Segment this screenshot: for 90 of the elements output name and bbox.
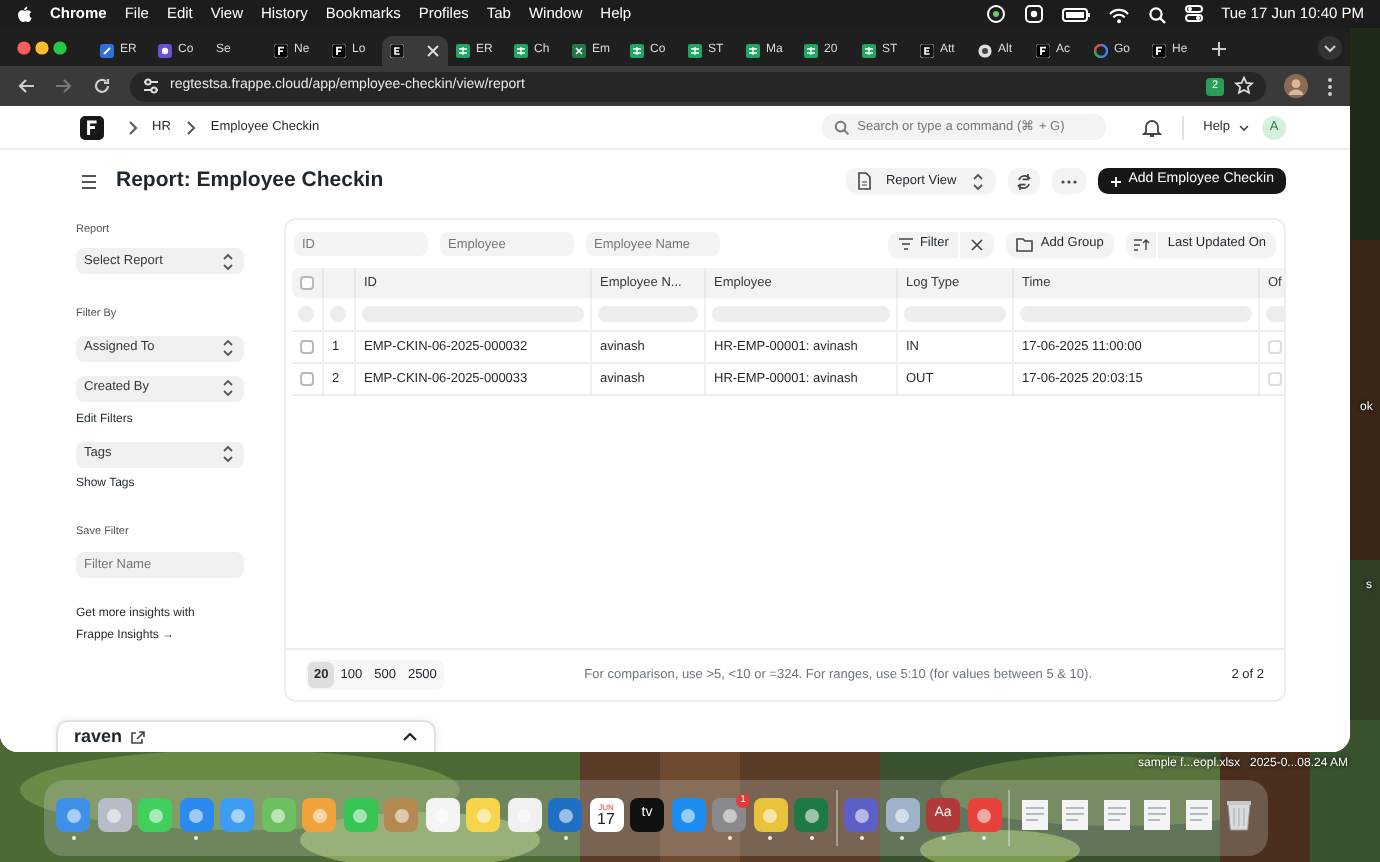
favicon-icon — [274, 44, 288, 58]
close-icon — [970, 237, 985, 251]
dock-app-icon[interactable] — [671, 798, 705, 832]
folder-icon — [1016, 235, 1035, 253]
battery-icon[interactable] — [1061, 5, 1090, 23]
row-checkbox[interactable] — [300, 372, 314, 386]
plus-icon — [1110, 175, 1123, 187]
dock-app-icon[interactable] — [507, 798, 541, 832]
favicon-icon — [1152, 44, 1166, 58]
dock-app-icon[interactable] — [425, 798, 459, 832]
close-icon[interactable] — [426, 44, 440, 58]
chat-widget[interactable]: raven — [56, 720, 436, 752]
bell-icon[interactable] — [1141, 117, 1162, 137]
wifi-icon[interactable] — [1107, 5, 1130, 23]
widget-title: raven — [74, 723, 123, 750]
browser-tab[interactable] — [382, 36, 448, 66]
forward-icon[interactable] — [54, 76, 74, 96]
dock-app-icon[interactable] — [794, 798, 828, 832]
document-thumbnail[interactable] — [1181, 798, 1215, 832]
row-checkbox[interactable] — [300, 340, 314, 354]
chevron-icon — [124, 117, 140, 137]
external-link-icon[interactable] — [130, 729, 147, 745]
favicon-icon — [978, 44, 992, 58]
document-thumbnail[interactable] — [1058, 798, 1092, 832]
sort-caret-icon — [220, 338, 236, 358]
sort-caret-icon — [220, 444, 236, 464]
dock-app-icon[interactable] — [753, 798, 787, 832]
favicon-icon — [862, 44, 876, 58]
trash-icon[interactable] — [1222, 798, 1256, 832]
favicon-icon — [746, 44, 760, 58]
dock-app-icon[interactable] — [97, 798, 131, 832]
tab-search-icon[interactable] — [1318, 36, 1342, 60]
new-tab-icon[interactable] — [1210, 40, 1228, 58]
more-button[interactable] — [1052, 168, 1087, 194]
status-app-icon[interactable] — [1023, 4, 1044, 24]
dock-app-icon[interactable] — [466, 798, 500, 832]
favicon-icon — [572, 44, 586, 58]
star-icon[interactable] — [1234, 76, 1254, 96]
control-center-icon[interactable] — [1183, 4, 1204, 24]
sort-order-button[interactable] — [1125, 231, 1156, 257]
dock-app-icon[interactable] — [548, 798, 582, 832]
favicon-icon — [804, 44, 818, 58]
chevron-icon — [182, 117, 199, 137]
dock-app-icon[interactable] — [844, 798, 878, 832]
page-title: Report: Employee Checkin — [116, 168, 384, 194]
dock-app-icon[interactable] — [885, 798, 919, 832]
site-settings-icon[interactable] — [142, 76, 160, 96]
reload-icon[interactable] — [92, 76, 112, 96]
favicon-icon — [390, 44, 404, 58]
favicon-icon — [688, 44, 702, 58]
favicon-icon — [456, 44, 470, 58]
sort-caret-icon — [220, 251, 236, 272]
favicon-icon — [1094, 44, 1108, 58]
back-icon[interactable] — [16, 76, 36, 96]
document-thumbnail[interactable] — [1017, 798, 1051, 832]
menu-icon[interactable] — [1326, 75, 1334, 97]
clear-filter-button[interactable] — [958, 231, 995, 257]
menu-icon[interactable] — [80, 171, 98, 191]
favicon-icon — [514, 44, 528, 58]
table-checkbox[interactable] — [1268, 372, 1282, 386]
dock-app-icon[interactable] — [56, 798, 90, 832]
document-thumbnail[interactable] — [1099, 798, 1133, 832]
app-logo-icon[interactable] — [80, 115, 104, 139]
apple-logo-icon[interactable] — [16, 4, 32, 24]
favicon-icon — [1036, 44, 1050, 58]
select-all-checkbox[interactable] — [300, 276, 314, 290]
favicon-icon — [630, 44, 644, 58]
document-icon — [855, 172, 872, 190]
window-buttons-drawing[interactable] — [16, 40, 68, 56]
favicon-icon — [158, 44, 172, 58]
favicon-icon — [100, 44, 114, 58]
favicon-icon — [332, 44, 346, 58]
sort-icon — [1131, 235, 1150, 253]
dock-app-icon[interactable] — [967, 798, 1001, 832]
refresh-icon — [1016, 171, 1033, 191]
sort-caret-icon — [220, 378, 236, 398]
search-icon[interactable] — [1147, 5, 1166, 23]
sort-caret-icon — [970, 171, 987, 191]
caret-icon — [1238, 121, 1250, 133]
favicon-icon — [920, 44, 934, 58]
dock-app-icon[interactable] — [712, 798, 746, 832]
status-app-icon[interactable] — [985, 4, 1006, 24]
chevron-up-icon[interactable] — [402, 730, 418, 744]
search-icon — [833, 119, 850, 135]
filter-icon — [897, 236, 914, 252]
document-thumbnail[interactable] — [1140, 798, 1174, 832]
more-icon — [1060, 177, 1079, 185]
refresh-button[interactable] — [1008, 168, 1041, 194]
table-checkbox[interactable] — [1268, 340, 1282, 354]
profile-avatar[interactable] — [1284, 74, 1308, 98]
